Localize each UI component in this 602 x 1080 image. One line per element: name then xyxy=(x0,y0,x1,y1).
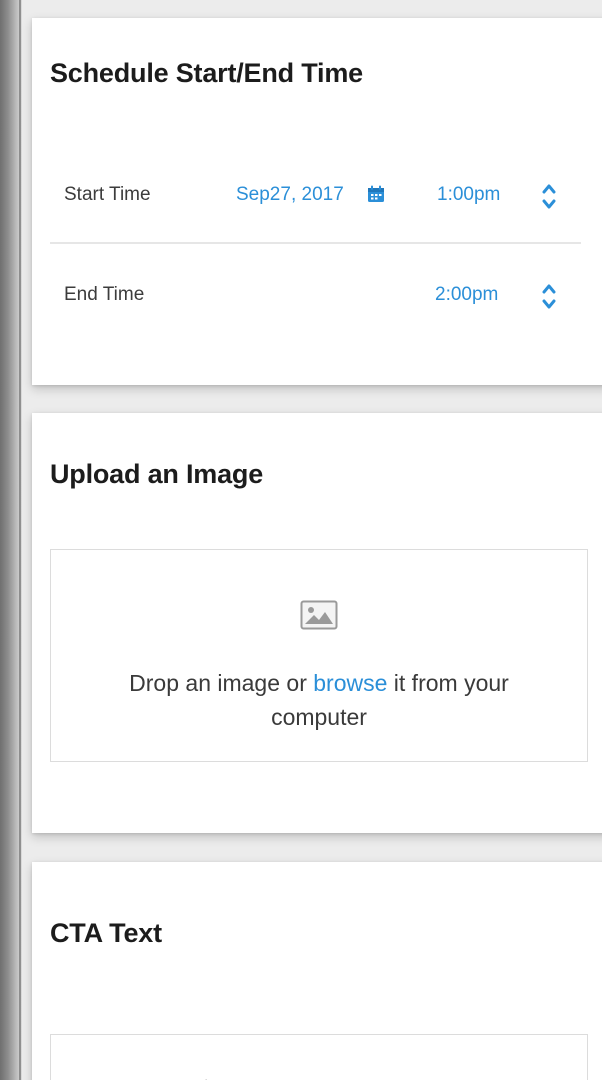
schedule-card: Schedule Start/End Time Start Time Sep27… xyxy=(32,18,602,385)
cta-title: CTA Text xyxy=(50,918,162,948)
drop-text-before: Drop an image or xyxy=(129,670,314,696)
upload-card: Upload an Image Drop an image or browse … xyxy=(32,413,602,833)
end-time-label: End Time xyxy=(64,284,145,305)
end-time-spinner-icon[interactable] xyxy=(540,278,558,314)
browse-link[interactable]: browse xyxy=(313,670,387,696)
upload-title: Upload an Image xyxy=(50,459,264,489)
cta-text-input[interactable] xyxy=(50,1034,588,1080)
schedule-title: Schedule Start/End Time xyxy=(50,58,363,88)
dropzone-text: Drop an image or browse it from your com… xyxy=(81,666,557,734)
start-time-value[interactable]: 1:00pm xyxy=(437,184,500,206)
calendar-icon[interactable] xyxy=(366,184,386,204)
end-time-value[interactable]: 2:00pm xyxy=(435,284,498,306)
row-divider xyxy=(50,242,581,244)
cta-card: CTA Text xyxy=(32,862,602,1080)
device-edge-line xyxy=(19,0,21,1080)
start-date-picker[interactable]: Sep27, 2017 xyxy=(236,184,344,206)
image-placeholder-icon xyxy=(300,600,338,630)
start-time-spinner-icon[interactable] xyxy=(540,178,558,214)
image-dropzone[interactable]: Drop an image or browse it from your com… xyxy=(50,549,588,762)
start-time-label: Start Time xyxy=(64,184,151,205)
